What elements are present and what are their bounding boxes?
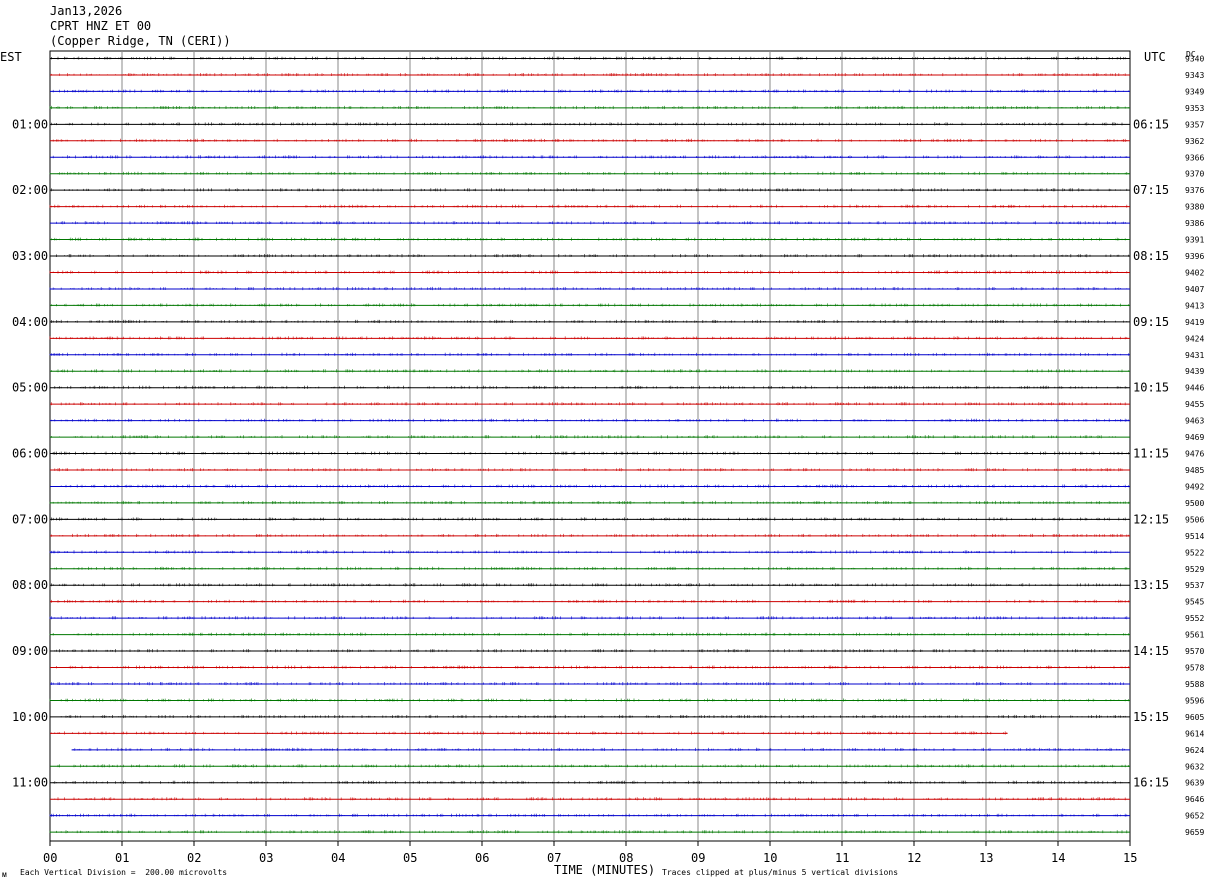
left-hour-label: 10:00	[12, 710, 48, 724]
x-tick-label: 09	[691, 851, 705, 865]
left-hour-label: 11:00	[12, 776, 48, 790]
left-timezone-label: EST	[0, 50, 22, 64]
clip-note: Traces clipped at plus/minus 5 vertical …	[662, 868, 899, 877]
x-tick-label: 05	[403, 851, 417, 865]
dc-value: 9506	[1185, 515, 1204, 524]
left-hour-label: 01:00	[12, 117, 48, 131]
dc-value: 9632	[1185, 762, 1204, 771]
dc-value: 9639	[1185, 779, 1204, 788]
right-timezone-label: UTC	[1144, 50, 1166, 64]
x-tick-label: 10	[763, 851, 777, 865]
left-hour-label: 07:00	[12, 512, 48, 526]
dc-value: 9570	[1185, 647, 1204, 656]
dc-value: 9340	[1185, 55, 1204, 64]
dc-value: 9407	[1185, 285, 1204, 294]
right-hour-label: 09:15	[1133, 315, 1169, 329]
left-hour-label: 08:00	[12, 578, 48, 592]
x-axis-title: TIME (MINUTES)	[554, 863, 656, 877]
dc-value: 9353	[1185, 104, 1204, 113]
scale-note: Each Vertical Division = 200.00 microvol…	[20, 868, 228, 877]
dc-value: 9380	[1185, 203, 1204, 212]
dc-value: 9343	[1185, 71, 1204, 80]
right-hour-label: 12:15	[1133, 512, 1169, 526]
trace-noise	[56, 221, 1126, 225]
right-hour-label: 10:15	[1133, 381, 1169, 395]
dc-value: 9552	[1185, 614, 1204, 623]
right-hour-label: 13:15	[1133, 578, 1169, 592]
dc-value: 9652	[1185, 812, 1204, 821]
dc-value: 9476	[1185, 450, 1204, 459]
x-tick-label: 04	[331, 851, 345, 865]
x-tick-label: 13	[979, 851, 993, 865]
grid	[49, 50, 1131, 846]
x-tick-label: 01	[115, 851, 129, 865]
dc-value: 9485	[1185, 466, 1204, 475]
dc-value: 9514	[1185, 532, 1204, 541]
left-hour-label: 05:00	[12, 381, 48, 395]
corner-mark: ᴍ	[2, 870, 7, 879]
traces	[49, 56, 1130, 834]
dc-value: 9545	[1185, 598, 1204, 607]
right-hour-label: 15:15	[1133, 710, 1169, 724]
dc-value: 9419	[1185, 318, 1204, 327]
left-hour-label: 09:00	[12, 644, 48, 658]
x-tick-label: 02	[187, 851, 201, 865]
x-tick-label: 15	[1123, 851, 1137, 865]
x-tick-label: 12	[907, 851, 921, 865]
dc-value: 9561	[1185, 631, 1204, 640]
dc-value: 9463	[1185, 417, 1204, 426]
x-tick-label: 14	[1051, 851, 1065, 865]
dc-value: 9357	[1185, 120, 1204, 129]
seismogram-chart: EST UTC DC 00 01 02 03 04 05 06 07 08 09 10 11 12 13 1…	[0, 50, 1204, 865]
dc-value: 9366	[1185, 153, 1204, 162]
right-hour-label: 08:15	[1133, 249, 1169, 263]
axis-labels: EST UTC DC 00 01 02 03 04 05 06 07 08 09 10 11 12 13 1…	[0, 50, 1204, 865]
dc-value: 9537	[1185, 581, 1204, 590]
dc-value: 9624	[1185, 746, 1204, 755]
dc-value: 9596	[1185, 696, 1204, 705]
dc-value: 9402	[1185, 268, 1204, 277]
dc-value: 9522	[1185, 548, 1204, 557]
dc-value: 9492	[1185, 482, 1204, 491]
dc-value: 9500	[1185, 499, 1204, 508]
dc-value: 9614	[1185, 729, 1204, 738]
right-hour-label: 16:15	[1133, 776, 1169, 790]
dc-value: 9424	[1185, 334, 1204, 343]
right-hour-label: 07:15	[1133, 183, 1169, 197]
left-hour-label: 02:00	[12, 183, 48, 197]
left-hour-label: 06:00	[12, 447, 48, 461]
dc-value: 9376	[1185, 186, 1204, 195]
dc-value: 9439	[1185, 367, 1204, 376]
dc-value: 9362	[1185, 137, 1204, 146]
dc-value: 9386	[1185, 219, 1204, 228]
dc-value: 9349	[1185, 87, 1204, 96]
dc-value: 9455	[1185, 400, 1204, 409]
dc-value: 9469	[1185, 433, 1204, 442]
x-tick-label: 11	[835, 851, 849, 865]
dc-value: 9605	[1185, 713, 1204, 722]
trace-noise	[49, 698, 1129, 702]
dc-value: 9578	[1185, 664, 1204, 673]
x-tick-label: 03	[259, 851, 273, 865]
left-hour-label: 04:00	[12, 315, 48, 329]
right-hour-label: 06:15	[1133, 117, 1169, 131]
dc-value: 9391	[1185, 236, 1204, 245]
dc-value: 9413	[1185, 301, 1204, 310]
dc-value: 9646	[1185, 795, 1204, 804]
plot-frame	[49, 50, 1131, 842]
x-tick-label: 00	[43, 851, 57, 865]
dc-value: 9529	[1185, 565, 1204, 574]
right-hour-label: 14:15	[1133, 644, 1169, 658]
dc-value: 9370	[1185, 170, 1204, 179]
dc-value: 9659	[1185, 828, 1204, 837]
left-hour-label: 03:00	[12, 249, 48, 263]
x-tick-label: 06	[475, 851, 489, 865]
dc-value: 9588	[1185, 680, 1204, 689]
right-hour-label: 11:15	[1133, 447, 1169, 461]
dc-value: 9396	[1185, 252, 1204, 261]
dc-value: 9446	[1185, 384, 1204, 393]
dc-value: 9431	[1185, 351, 1204, 360]
